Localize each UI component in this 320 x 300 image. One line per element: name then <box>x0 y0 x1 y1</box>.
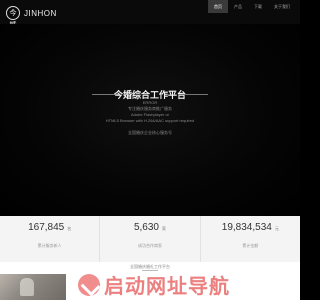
nav-item-products[interactable]: 产品 <box>228 0 248 13</box>
stat-merchants: 5,630 家 成功合作商家 <box>100 216 201 262</box>
title-rule-right <box>180 94 208 95</box>
stat-unit: 元 <box>274 226 279 231</box>
logo-text: JINHON <box>24 8 57 18</box>
video-error-line: ERROR <box>142 100 158 105</box>
stat-label: 累计金额 <box>242 243 259 248</box>
stat-unit: 名 <box>67 226 72 231</box>
stat-unit: 家 <box>162 226 166 231</box>
platform-section: 全国婚庆婚礼工作平台 启动网址导航 <box>0 262 300 300</box>
video-error-line: HTML5 Browser with H.264/AAC support req… <box>105 118 195 123</box>
watermark: 启动网址导航 <box>78 270 230 299</box>
watermark-text: 启动网址导航 <box>104 274 230 298</box>
hero-section: 今婚综合工作平台 ERROR 专注婚庆服务商推广服务 Adobe Flashpl… <box>0 24 300 216</box>
nav-item-download[interactable]: 下载 <box>248 0 268 13</box>
stat-value: 5,630 <box>133 222 159 233</box>
stat-amount: 19,834,534 元 累计金额 <box>201 216 300 262</box>
main-nav: 首页 产品 下载 关于我们 <box>208 0 296 24</box>
logo-mark: 今婚 <box>6 6 20 29</box>
stat-label: 成功合作商家 <box>137 243 162 248</box>
wedding-photo <box>0 274 66 300</box>
video-error-line: Adobe Flashplayer or <box>130 112 170 117</box>
stat-value: 19,834,534 <box>221 222 272 233</box>
logo[interactable]: 今婚 JINHON <box>6 6 57 29</box>
stat-label: 累计服务新人 <box>37 243 62 248</box>
launch-icon <box>78 273 100 296</box>
hero-tagline: 专注婚庆服务商推广服务 <box>128 106 172 111</box>
stats-bar: 167,845 名 累计服务新人 5,630 家 成功合作商家 19,834,534… <box>0 216 300 262</box>
hero-description: 全国婚庆企业核心服务号 <box>128 130 172 135</box>
nav-item-about[interactable]: 关于我们 <box>268 0 296 13</box>
stat-value: 167,845 <box>28 222 65 233</box>
nav-item-home[interactable]: 首页 <box>208 0 228 13</box>
top-bar: 今婚 JINHON 首页 产品 下载 关于我们 <box>0 0 300 29</box>
stat-couples: 167,845 名 累计服务新人 <box>0 216 101 262</box>
